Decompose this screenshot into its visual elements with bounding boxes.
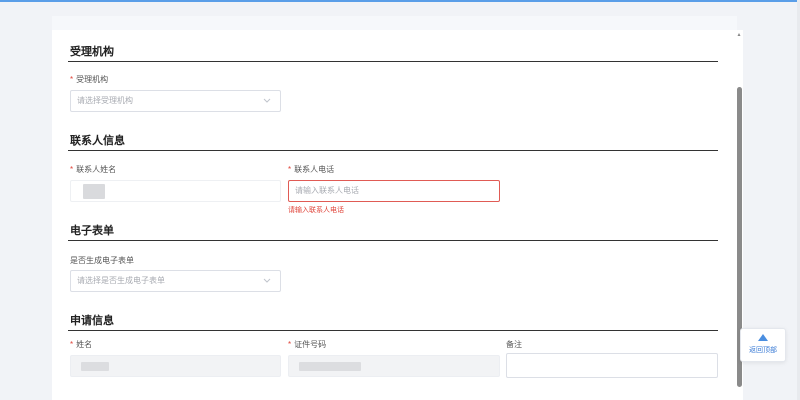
applicant-id-input[interactable] [288,355,500,377]
redacted-value [81,362,109,371]
chevron-down-icon [263,98,271,103]
section-divider-contact [68,150,718,151]
applicant-id-label: * 证件号码 [288,339,326,350]
required-mark: * [70,75,74,84]
section-title-application: 申请信息 [70,315,114,327]
applicant-name-label-text: 姓名 [76,340,93,349]
header-gap [0,2,800,16]
section-divider-application [68,330,718,331]
contact-name-input[interactable] [70,180,281,202]
form-card [52,16,737,400]
required-mark: * [70,165,74,174]
agency-select-placeholder: 请选择受理机构 [77,96,133,105]
contact-phone-input[interactable]: 请输入联系人电话 [288,180,500,202]
applicant-id-label-text: 证件号码 [294,340,327,349]
chevron-down-icon [263,278,271,283]
applicant-name-label: * 姓名 [70,339,92,350]
agency-select[interactable]: 请选择受理机构 [70,90,281,112]
form-card-topband [52,16,737,30]
contact-phone-error: 请输入联系人电话 [288,207,344,214]
section-title-contact: 联系人信息 [70,135,125,147]
required-mark: * [70,340,74,349]
redacted-value [83,184,105,199]
arrow-up-icon [758,334,768,341]
eform-generated-label: 是否生成电子表单 [70,256,134,265]
required-mark: * [288,340,292,349]
required-mark: * [288,165,292,174]
section-title-eform: 电子表单 [70,225,114,237]
applicant-name-input[interactable] [70,355,281,377]
eform-generated-placeholder: 请选择是否生成电子表单 [77,276,165,285]
contact-phone-placeholder: 请输入联系人电话 [295,186,359,195]
section-divider-agency [68,61,718,62]
agency-field-label: * 受理机构 [70,74,108,85]
eform-generated-select[interactable]: 请选择是否生成电子表单 [70,270,281,292]
contact-name-label: * 联系人姓名 [70,164,116,175]
section-title-agency: 受理机构 [70,46,114,58]
scroll-up-icon[interactable]: ▴ [736,32,742,38]
back-to-top-button[interactable]: 返回顶部 [740,328,786,362]
contact-phone-label: * 联系人电话 [288,164,334,175]
remark-input[interactable] [506,353,718,378]
contact-name-label-text: 联系人姓名 [76,165,117,174]
back-to-top-label: 返回顶部 [749,347,777,354]
section-divider-eform [68,240,718,241]
remark-label: 备注 [506,340,522,349]
redacted-value [299,362,361,371]
agency-label-text: 受理机构 [76,75,109,84]
contact-phone-label-text: 联系人电话 [294,165,335,174]
